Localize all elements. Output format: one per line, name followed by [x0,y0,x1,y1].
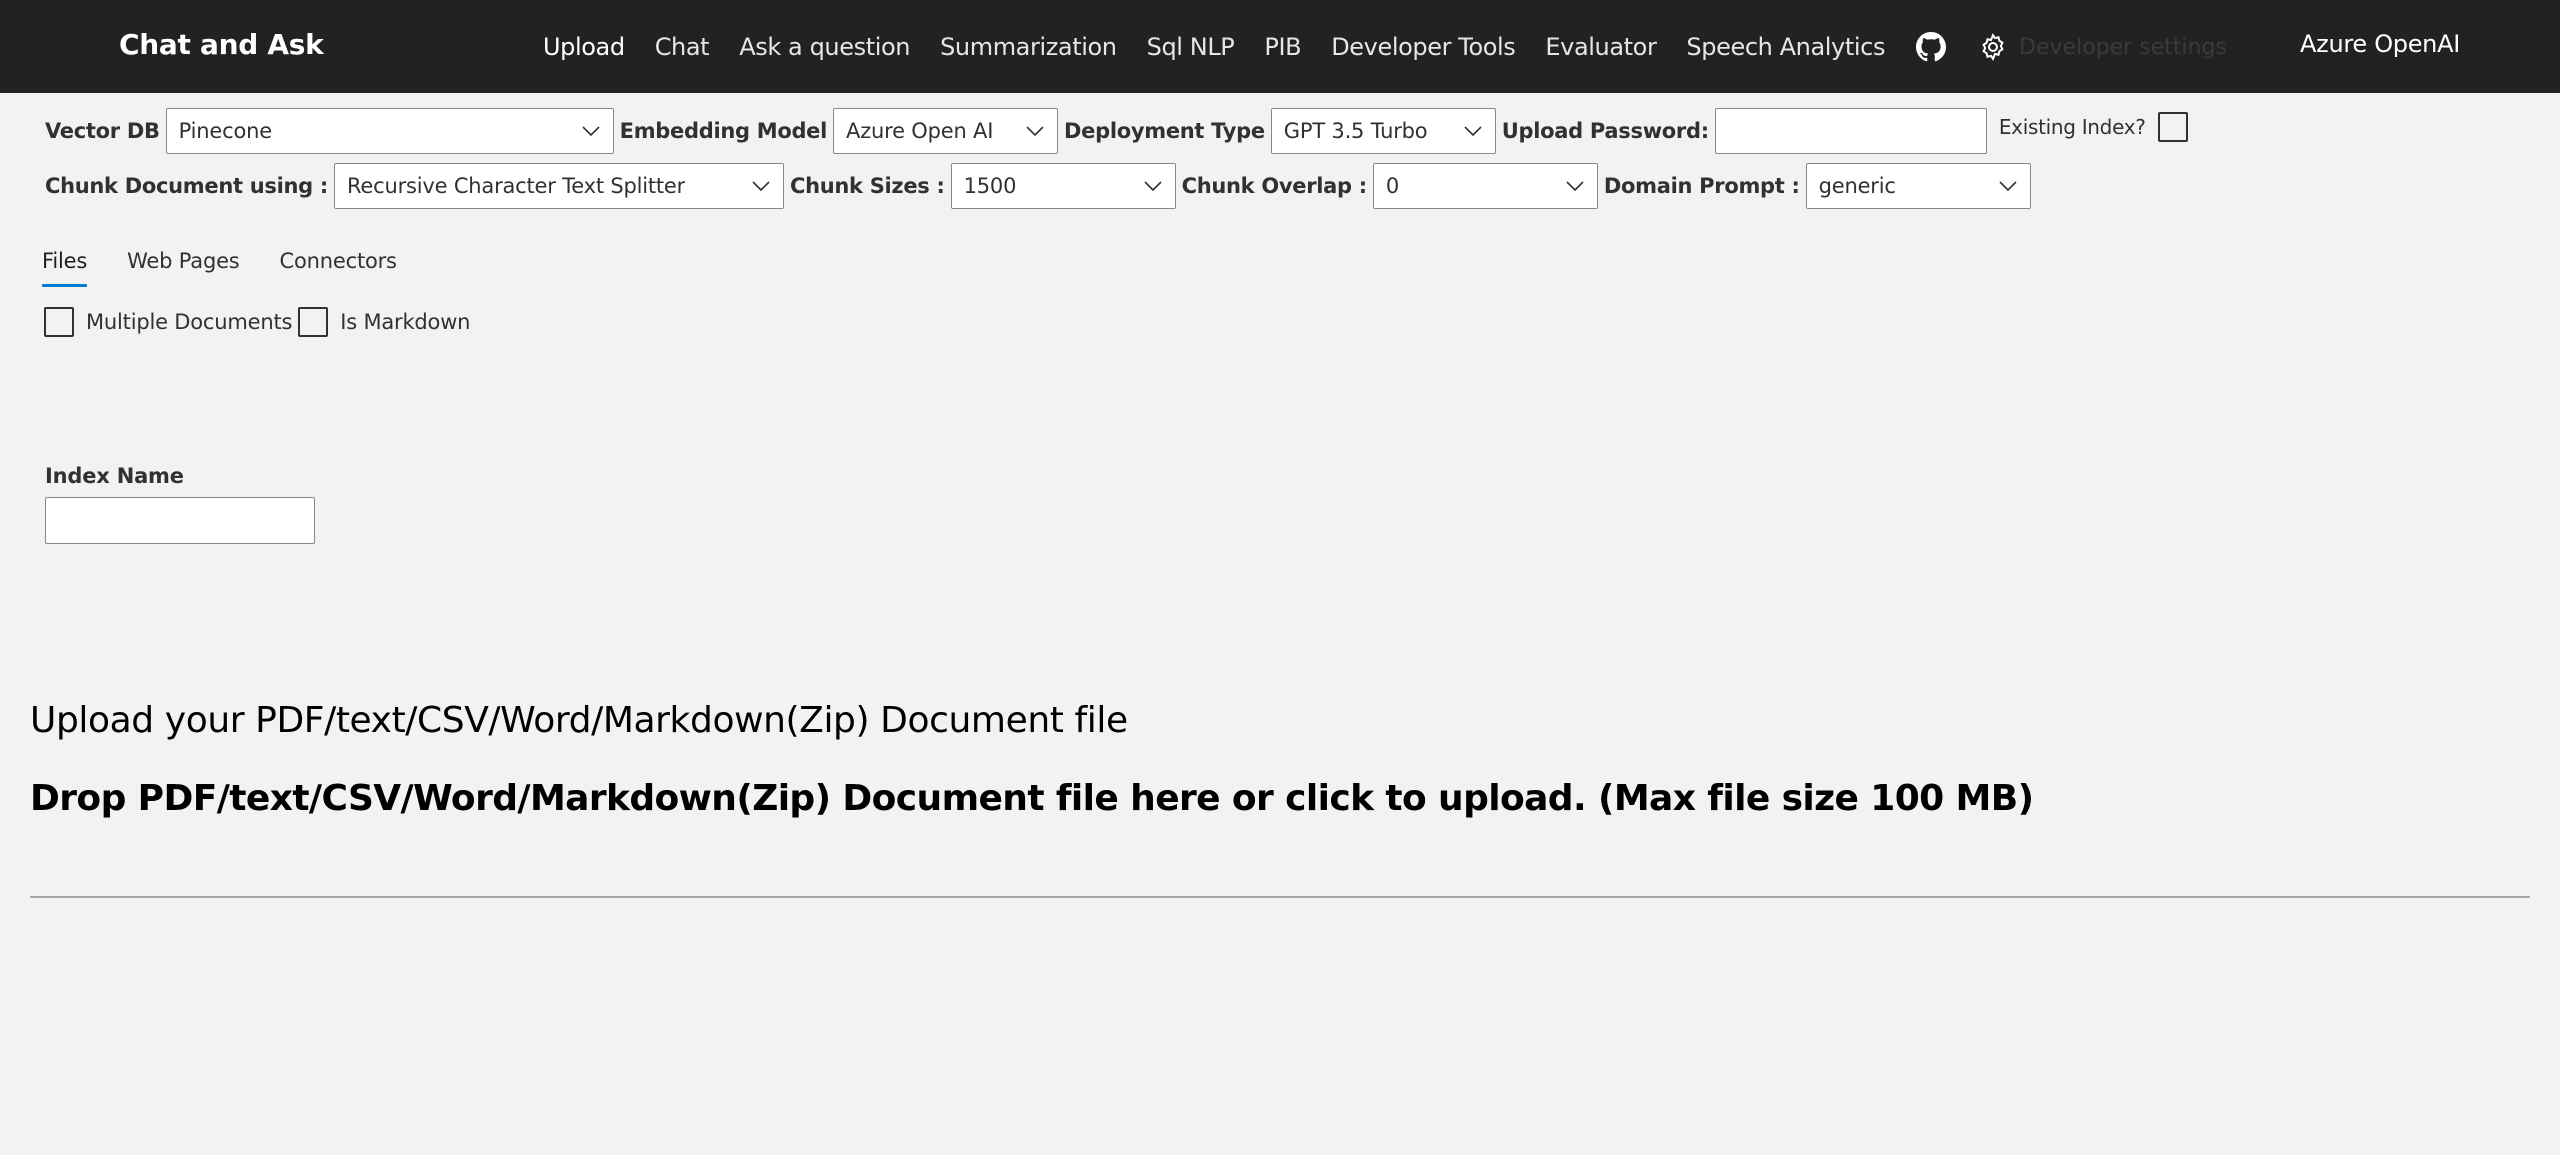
chevron-down-icon [751,176,771,196]
github-icon[interactable] [1915,31,1947,63]
tab-web-pages[interactable]: Web Pages [127,245,240,287]
app-brand[interactable]: Chat and Ask [119,28,324,61]
nav-developer-tools[interactable]: Developer Tools [1331,33,1516,61]
upload-password-input[interactable] [1714,108,1987,154]
is-markdown-label: Is Markdown [340,310,471,334]
multiple-documents-label: Multiple Documents [86,310,293,334]
chevron-down-icon [581,121,601,141]
chunk-overlap-label: Chunk Overlap : [1181,174,1368,198]
chunk-overlap-value: 0 [1385,174,1400,198]
existing-index-checkbox[interactable] [2157,112,2188,142]
deployment-type-label: Deployment Type [1064,119,1265,143]
is-markdown-checkbox[interactable] [298,307,329,337]
chunk-sizes-value: 1500 [963,174,1017,198]
embedding-model-dropdown[interactable]: Azure Open AI [833,108,1059,154]
nav-ask-a-question[interactable]: Ask a question [739,33,910,61]
chunk-document-using-dropdown[interactable]: Recursive Character Text Splitter [333,163,784,209]
nav-evaluator[interactable]: Evaluator [1545,33,1656,61]
chevron-down-icon [1143,176,1163,196]
vector-db-value: Pinecone [178,119,272,143]
provider-label: Azure OpenAI [2300,30,2460,58]
options-row-2: Chunk Document using : Recursive Charact… [45,163,2037,209]
nav-speech-analytics[interactable]: Speech Analytics [1686,33,1885,61]
embedding-model-value: Azure Open AI [846,119,994,143]
chunk-document-using-value: Recursive Character Text Splitter [346,174,686,198]
options-row-1: Vector DB Pinecone Embedding Model Azure… [45,108,2188,154]
main-nav: Upload Chat Ask a question Summarization… [543,30,2227,64]
divider [30,896,2530,898]
source-tabs: Files Web Pages Connectors [42,245,437,287]
chunk-sizes-label: Chunk Sizes : [789,174,945,198]
domain-prompt-value: generic [1818,174,1896,198]
index-name-input[interactable] [45,497,315,544]
developer-settings-label[interactable]: Developer settings [2019,35,2227,60]
top-navigation-bar: Chat and Ask Upload Chat Ask a question … [0,0,2560,93]
domain-prompt-label: Domain Prompt : [1603,174,1800,198]
chevron-down-icon [1998,176,2018,196]
deployment-type-dropdown[interactable]: GPT 3.5 Turbo [1270,108,1496,154]
nav-pib[interactable]: PIB [1264,33,1301,61]
file-drop-zone[interactable]: Drop PDF/text/CSV/Word/Markdown(Zip) Doc… [30,778,2034,819]
chevron-down-icon [1025,121,1045,141]
existing-index-label: Existing Index? [1998,115,2146,139]
embedding-model-label: Embedding Model [619,119,828,143]
chunk-sizes-dropdown[interactable]: 1500 [950,163,1176,209]
tab-files[interactable]: Files [42,245,87,287]
gear-icon[interactable] [1977,31,2009,63]
deployment-type-value: GPT 3.5 Turbo [1283,119,1428,143]
vector-db-label: Vector DB [45,119,160,143]
nav-upload[interactable]: Upload [543,33,625,61]
chunk-document-using-label: Chunk Document using : [45,174,328,198]
chevron-down-icon [1463,121,1483,141]
index-name-label: Index Name [45,464,184,488]
upload-password-label: Upload Password: [1501,119,1709,143]
nav-chat[interactable]: Chat [655,33,710,61]
nav-sql-nlp[interactable]: Sql NLP [1147,33,1235,61]
upload-title: Upload your PDF/text/CSV/Word/Markdown(Z… [30,700,1128,741]
chunk-overlap-dropdown[interactable]: 0 [1372,163,1598,209]
chevron-down-icon [1565,176,1585,196]
multiple-documents-checkbox[interactable] [44,307,74,337]
nav-summarization[interactable]: Summarization [940,33,1117,61]
file-options: Multiple Documents Is Markdown [44,307,476,337]
tab-connectors[interactable]: Connectors [280,245,397,287]
domain-prompt-dropdown[interactable]: generic [1805,163,2031,209]
vector-db-dropdown[interactable]: Pinecone [165,108,614,154]
